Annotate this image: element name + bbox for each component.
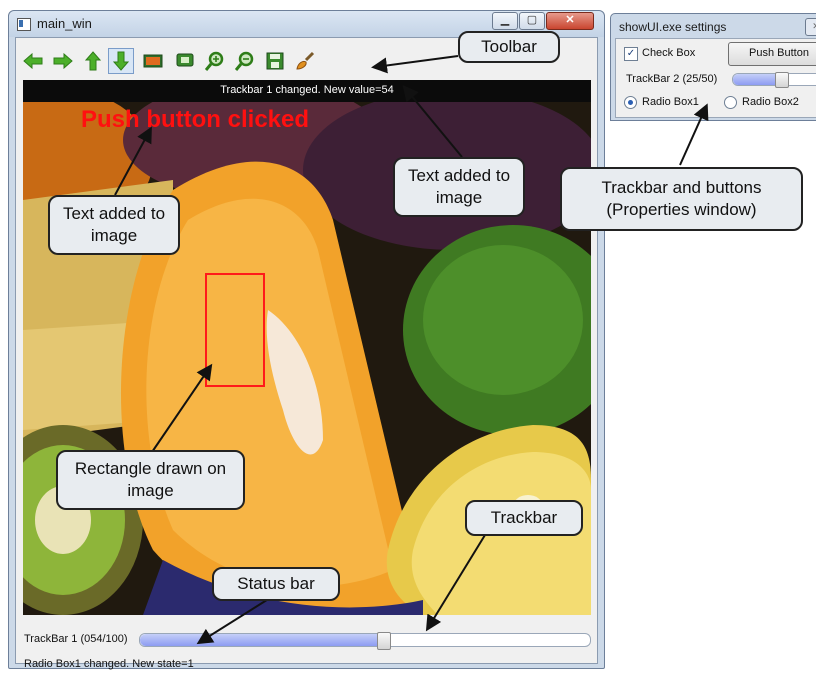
callout-status-bar: Status bar bbox=[212, 567, 340, 601]
callout-toolbar: Toolbar bbox=[458, 31, 560, 63]
callout-trackbar-buttons: Trackbar and buttons (Properties window) bbox=[560, 167, 803, 231]
rectangle-arrow bbox=[149, 363, 213, 456]
callout-trackbar: Trackbar bbox=[465, 500, 583, 536]
settings-arrow bbox=[679, 103, 709, 166]
callout-text-added-left: Text added to image bbox=[48, 195, 180, 255]
trackbar-arrow bbox=[425, 534, 486, 632]
annotation-arrows bbox=[114, 55, 709, 645]
callout-text-added-right: Text added to image bbox=[393, 157, 525, 217]
text-right-arrow bbox=[402, 84, 463, 158]
status-bar-arrow bbox=[196, 597, 271, 645]
callout-rectangle: Rectangle drawn on image bbox=[56, 450, 245, 510]
text-left-arrow bbox=[114, 126, 152, 196]
toolbar-arrow bbox=[371, 55, 459, 74]
